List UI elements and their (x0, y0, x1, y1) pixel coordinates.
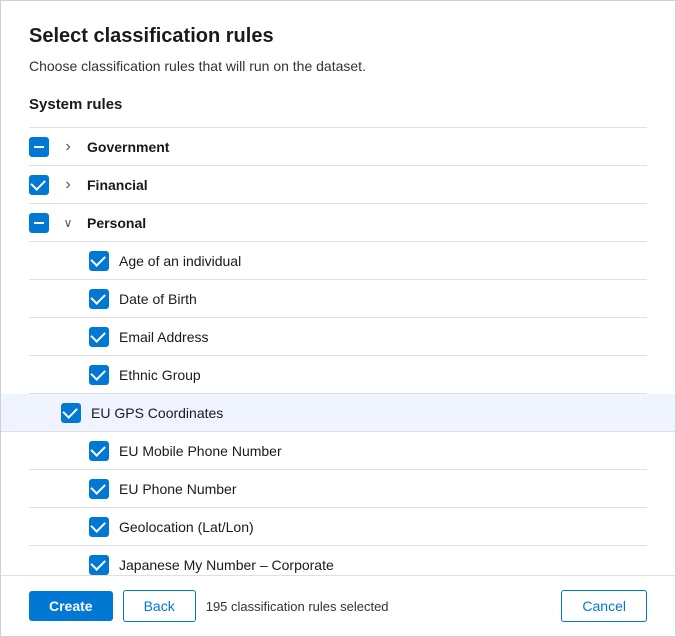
label-eu-mobile: EU Mobile Phone Number (119, 443, 647, 459)
checkbox-email-address[interactable] (89, 327, 109, 347)
rule-item-geolocation: Geolocation (Lat/Lon) (29, 508, 647, 546)
rule-item-jmn-corporate: Japanese My Number – Corporate (29, 546, 647, 575)
rule-list: Government Financial Personal (29, 127, 647, 575)
checkbox-government[interactable] (29, 137, 49, 157)
back-button[interactable]: Back (123, 590, 196, 622)
label-personal: Personal (87, 215, 647, 231)
rule-item-eu-phone: EU Phone Number (29, 470, 647, 508)
dialog-subtitle: Choose classification rules that will ru… (29, 58, 647, 74)
checkbox-age-individual[interactable] (89, 251, 109, 271)
section-title: System rules (29, 96, 647, 113)
checkbox-eu-mobile[interactable] (89, 441, 109, 461)
rule-item-personal: Personal (29, 204, 647, 242)
label-date-of-birth: Date of Birth (119, 291, 647, 307)
checkbox-eu-phone[interactable] (89, 479, 109, 499)
cancel-button[interactable]: Cancel (561, 590, 647, 622)
expand-government-icon[interactable] (59, 138, 77, 156)
dialog-footer: Create Back 195 classification rules sel… (1, 575, 675, 636)
checkbox-financial[interactable] (29, 175, 49, 195)
dialog: Select classification rules Choose class… (0, 0, 676, 637)
label-email-address: Email Address (119, 329, 647, 345)
label-ethnic-group: Ethnic Group (119, 367, 647, 383)
rule-item-ethnic-group: Ethnic Group (29, 356, 647, 394)
label-jmn-corporate: Japanese My Number – Corporate (119, 557, 647, 573)
label-geolocation: Geolocation (Lat/Lon) (119, 519, 647, 535)
rule-item-eu-mobile: EU Mobile Phone Number (29, 432, 647, 470)
checkbox-jmn-corporate[interactable] (89, 555, 109, 575)
label-eu-phone: EU Phone Number (119, 481, 647, 497)
footer-status: 195 classification rules selected (206, 599, 389, 614)
checkbox-date-of-birth[interactable] (89, 289, 109, 309)
create-button[interactable]: Create (29, 591, 113, 621)
label-financial: Financial (87, 177, 647, 193)
checkbox-personal[interactable] (29, 213, 49, 233)
label-age-individual: Age of an individual (119, 253, 647, 269)
checkbox-eu-gps[interactable] (61, 403, 81, 423)
checkbox-ethnic-group[interactable] (89, 365, 109, 385)
rule-item-financial: Financial (29, 166, 647, 204)
rule-item-government: Government (29, 128, 647, 166)
expand-personal-icon[interactable] (59, 214, 77, 232)
rule-item-date-of-birth: Date of Birth (29, 280, 647, 318)
dialog-body: Select classification rules Choose class… (1, 1, 675, 575)
label-government: Government (87, 139, 647, 155)
expand-financial-icon[interactable] (59, 176, 77, 194)
rule-item-eu-gps: EU GPS Coordinates (1, 394, 675, 432)
checkbox-geolocation[interactable] (89, 517, 109, 537)
dialog-title: Select classification rules (29, 25, 647, 48)
label-eu-gps: EU GPS Coordinates (91, 405, 647, 421)
rule-item-age-individual: Age of an individual (29, 242, 647, 280)
rule-item-email-address: Email Address (29, 318, 647, 356)
